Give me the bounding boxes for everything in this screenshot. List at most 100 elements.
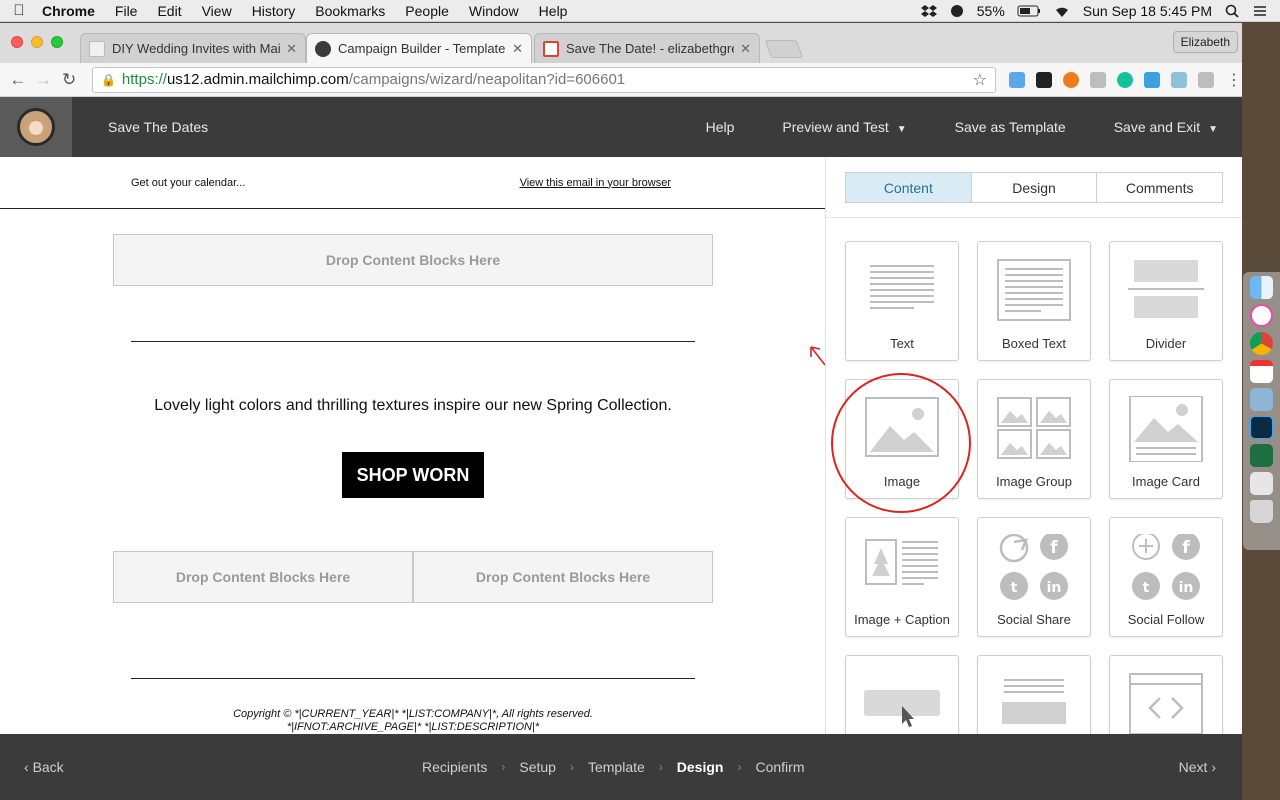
bookmark-star-icon[interactable]: ☆ (973, 70, 987, 90)
divider-line[interactable] (131, 341, 695, 342)
chrome-icon[interactable] (1250, 332, 1273, 355)
menu-history[interactable]: History (242, 3, 306, 19)
shop-worn-button[interactable]: SHOP WORN (342, 452, 484, 498)
trash-icon[interactable] (1250, 500, 1273, 523)
next-button[interactable]: Next › (1179, 759, 1216, 775)
evernote-icon[interactable] (949, 4, 965, 18)
menu-edit[interactable]: Edit (147, 3, 191, 19)
block-boxed-text[interactable]: Boxed Text (977, 241, 1091, 361)
extension-box-icon[interactable] (1198, 71, 1214, 88)
excel-icon[interactable] (1250, 444, 1273, 467)
extension-iq-icon[interactable] (1144, 71, 1160, 88)
block-label: Divider (1145, 336, 1187, 351)
browser-toolbar: ← → ↻ 🔒 https:// us12.admin.mailchimp.co… (0, 63, 1242, 97)
browser-tab-gmail[interactable]: Save The Date! - elizabethgree ✕ (534, 33, 760, 63)
step-template[interactable]: Template (588, 759, 645, 775)
tab-content[interactable]: Content (846, 173, 972, 202)
close-tab-icon[interactable]: ✕ (512, 41, 523, 57)
step-confirm[interactable]: Confirm (755, 759, 804, 775)
back-button[interactable]: ‹ Back (24, 759, 64, 775)
calendar-icon[interactable] (1250, 360, 1273, 383)
music-file-icon[interactable] (1250, 472, 1273, 495)
block-label: Social Share (997, 612, 1071, 627)
tab-title: Save The Date! - elizabethgree (566, 41, 735, 56)
email-footer[interactable]: Copyright © *|CURRENT_YEAR|* *|LIST:COMP… (0, 708, 825, 734)
profile-button[interactable]: Elizabeth (1172, 31, 1238, 53)
drop-zone-column-left[interactable]: Drop Content Blocks Here (113, 551, 413, 603)
drop-zone-header[interactable]: Drop Content Blocks Here (113, 234, 713, 286)
menu-people[interactable]: People (395, 3, 459, 19)
email-body-text[interactable]: Lovely light colors and thrilling textur… (0, 397, 825, 415)
step-setup[interactable]: Setup (519, 759, 556, 775)
extension-tb-icon[interactable] (1171, 71, 1187, 88)
extension-owl-icon[interactable] (1036, 71, 1052, 88)
extension-puzzle-icon[interactable] (1090, 71, 1106, 88)
block-code[interactable] (1109, 655, 1223, 734)
save-and-exit-menu[interactable]: Save and Exit ▼ (1114, 119, 1242, 135)
mailchimp-logo[interactable] (0, 97, 72, 157)
menu-app-name[interactable]: Chrome (38, 3, 105, 19)
block-footer[interactable] (977, 655, 1091, 734)
close-window-button[interactable] (11, 36, 23, 48)
block-button[interactable] (845, 655, 959, 734)
block-divider[interactable]: Divider (1109, 241, 1223, 361)
chrome-menu-icon[interactable]: ⋮ (1226, 70, 1242, 90)
preview-icon[interactable] (1250, 388, 1273, 411)
apple-icon[interactable]:  (0, 2, 38, 19)
block-label: Image Card (1132, 474, 1200, 489)
wifi-icon[interactable] (1053, 4, 1071, 18)
divider-line[interactable] (131, 678, 695, 679)
extension-grammarly-icon[interactable] (1117, 71, 1133, 88)
photoshop-icon[interactable] (1250, 416, 1273, 439)
block-image-caption[interactable]: Image + Caption (845, 517, 959, 637)
forward-arrow-icon[interactable]: → (31, 70, 57, 90)
block-social-follow[interactable]: f t in Social Follow (1109, 517, 1223, 637)
extension-feather-icon[interactable] (1009, 71, 1025, 88)
tab-comments[interactable]: Comments (1097, 173, 1223, 202)
close-tab-icon[interactable]: ✕ (740, 41, 751, 57)
freddie-monkey-icon (17, 108, 55, 146)
block-social-share[interactable]: f t in Social Share (977, 517, 1091, 637)
menu-bookmarks[interactable]: Bookmarks (305, 3, 395, 19)
block-label: Image Group (996, 474, 1072, 489)
zoom-window-button[interactable] (51, 36, 63, 48)
spotlight-search-icon[interactable] (1224, 4, 1240, 18)
block-text[interactable]: Text (845, 241, 959, 361)
new-tab-button[interactable] (764, 40, 804, 58)
view-in-browser-link[interactable]: View this email in your browser (520, 177, 671, 189)
close-tab-icon[interactable]: ✕ (286, 41, 297, 57)
extensions-area (1009, 71, 1214, 88)
tab-design[interactable]: Design (971, 173, 1098, 202)
browser-tab-diy[interactable]: DIY Wedding Invites with Mailc ✕ (80, 33, 306, 63)
minimize-window-button[interactable] (31, 36, 43, 48)
block-image[interactable]: Image (845, 379, 959, 499)
itunes-icon[interactable] (1250, 304, 1273, 327)
extension-fire-icon[interactable] (1063, 71, 1079, 88)
menu-window[interactable]: Window (459, 3, 529, 19)
menu-help[interactable]: Help (529, 3, 578, 19)
battery-icon[interactable] (1017, 4, 1041, 18)
menubar-clock[interactable]: Sun Sep 18 5:45 PM (1083, 3, 1212, 19)
image-icon (865, 397, 939, 457)
dropbox-icon[interactable] (920, 4, 937, 18)
step-recipients[interactable]: Recipients (422, 759, 487, 775)
menu-view[interactable]: View (192, 3, 242, 19)
preview-and-test-menu[interactable]: Preview and Test ▼ (782, 119, 930, 135)
drop-zone-column-right[interactable]: Drop Content Blocks Here (413, 551, 713, 603)
browser-tab-campaign-builder[interactable]: Campaign Builder - Template D ✕ (306, 33, 532, 63)
menu-file[interactable]: File (105, 3, 148, 19)
panel-tabs: Content Design Comments (845, 172, 1223, 203)
block-image-card[interactable]: Image Card (1109, 379, 1223, 499)
email-canvas: Get out your calendar... View this email… (0, 157, 826, 734)
help-link[interactable]: Help (706, 119, 759, 135)
reload-icon[interactable]: ↻ (56, 70, 82, 90)
email-preheader[interactable]: Get out your calendar... View this email… (0, 157, 825, 209)
block-image-group[interactable]: Image Group (977, 379, 1091, 499)
svg-text:f: f (1050, 538, 1058, 558)
finder-icon[interactable] (1250, 276, 1273, 299)
address-bar[interactable]: 🔒 https:// us12.admin.mailchimp.com /cam… (91, 66, 996, 93)
save-as-template-button[interactable]: Save as Template (955, 119, 1090, 135)
back-arrow-icon[interactable]: ← (5, 70, 31, 90)
step-design[interactable]: Design (677, 759, 724, 775)
notification-center-icon[interactable] (1252, 4, 1268, 18)
